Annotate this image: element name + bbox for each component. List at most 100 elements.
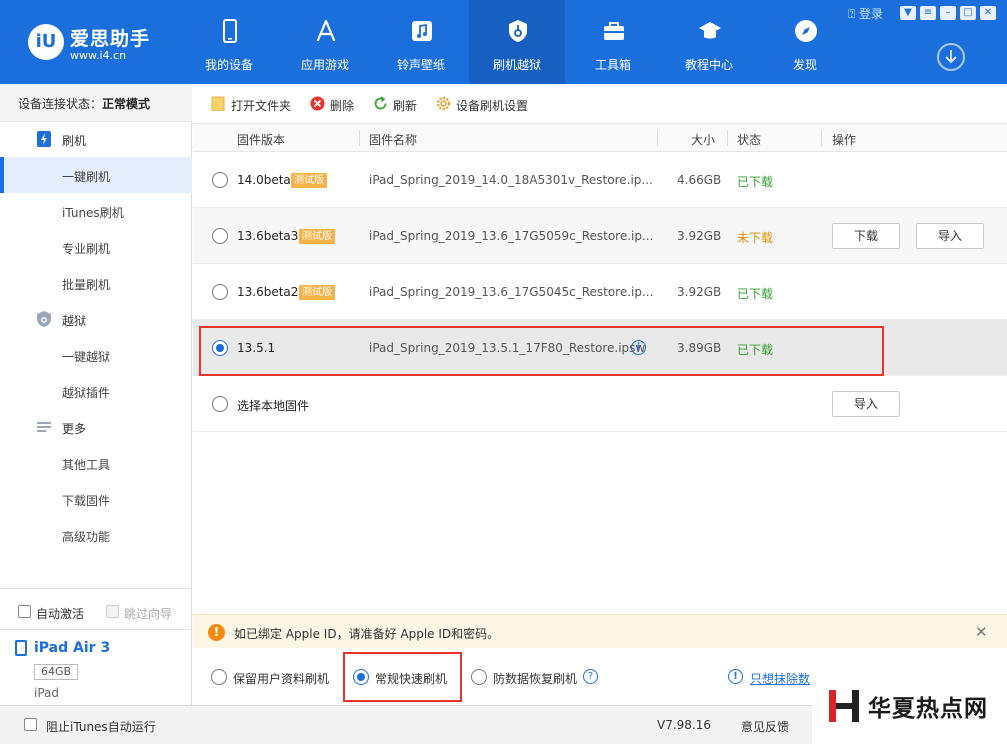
notice-text: 如已绑定 Apple ID，请准备好 Apple ID和密码。: [234, 627, 500, 641]
device-type: iPad: [34, 686, 60, 700]
menu-button[interactable]: ≡: [920, 6, 936, 20]
help-icon[interactable]: ?: [583, 669, 598, 684]
sidebar-item-label: iTunes刷机: [62, 206, 124, 220]
tab-ringtones-wallpapers[interactable]: 铃声壁纸: [373, 0, 469, 84]
firmware-radio[interactable]: [212, 172, 228, 188]
sidebar-item-batch-flash[interactable]: 批量刷机: [0, 265, 192, 301]
block-itunes-checkbox[interactable]: [24, 718, 37, 731]
sidebar-group-more[interactable]: 更多: [0, 409, 192, 445]
col-size: 大小: [691, 133, 716, 147]
table-row[interactable]: 13.6beta2 测试版 iPad_Spring_2019_13.6_17G5…: [193, 264, 1007, 320]
maximize-button[interactable]: □: [960, 6, 976, 20]
erase-only-link[interactable]: 只想抹除数: [750, 670, 810, 687]
col-separator: [657, 130, 658, 146]
compass-icon: [795, 20, 817, 42]
tablet-icon: [15, 640, 27, 656]
login-link[interactable]: ⍰ 登录: [848, 5, 883, 22]
table-row[interactable]: 14.0beta 测试版 iPad_Spring_2019_14.0_18A53…: [193, 152, 1007, 208]
tab-apps-games[interactable]: 应用游戏: [277, 0, 373, 84]
device-capacity: 64GB: [34, 664, 79, 680]
sidebar-item-label: 越狱插件: [62, 386, 111, 400]
keep-data-radio[interactable]: [211, 669, 227, 685]
local-firmware-radio[interactable]: [212, 396, 228, 412]
logo-mark-icon: iU: [28, 24, 64, 60]
sidebar-group-label: 刷机: [62, 134, 87, 148]
col-action: 操作: [832, 133, 857, 147]
col-name: 固件名称: [369, 133, 418, 147]
shield-icon: [509, 20, 527, 42]
local-import-button[interactable]: 导入: [832, 391, 900, 417]
tab-flash-jailbreak[interactable]: 刷机越狱: [469, 0, 565, 84]
close-button[interactable]: ✕: [980, 6, 996, 20]
watermark: 华夏热点网: [812, 676, 1007, 744]
phone-icon: [223, 19, 237, 43]
sidebar-group-label: 更多: [62, 422, 87, 436]
folder-icon: [211, 96, 225, 111]
sidebar-group-jailbreak[interactable]: 越狱: [0, 301, 192, 337]
auto-activate-checkbox[interactable]: [18, 605, 31, 618]
feedback-link[interactable]: 意见反馈: [741, 718, 789, 735]
brand-name: 爱思助手: [70, 28, 151, 50]
connection-status: 设备连接状态：正常模式: [0, 84, 192, 122]
auto-activate-label: 自动激活: [36, 607, 85, 621]
sidebar-item-jailbreak-plugins[interactable]: 越狱插件: [0, 373, 192, 409]
tab-label: 工具箱: [594, 58, 631, 72]
device-name: iPad Air 3: [34, 640, 111, 656]
sidebar-item-label: 高级功能: [62, 530, 111, 544]
anti-recovery-radio[interactable]: [471, 669, 487, 685]
close-icon: ✕: [983, 7, 993, 18]
minimize-icon: –: [945, 7, 951, 18]
firmware-size: 3.92GB: [677, 285, 722, 299]
firmware-radio[interactable]: [212, 284, 228, 300]
tab-discover[interactable]: 发现: [757, 0, 853, 84]
menu-lines-icon: [37, 422, 51, 432]
app-logo: iU 爱思助手 www.i4.cn: [28, 22, 188, 66]
firmware-name: iPad_Spring_2019_13.6_17G5059c_Restore.i…: [369, 229, 654, 243]
col-separator: [359, 130, 360, 146]
table-row[interactable]: 13.6beta3 测试版 iPad_Spring_2019_13.6_17G5…: [193, 208, 1007, 264]
sidebar-item-label: 批量刷机: [62, 278, 111, 292]
gear-icon: [436, 96, 451, 111]
sidebar-item-pro-flash[interactable]: 专业刷机: [0, 229, 192, 265]
minimize-button[interactable]: –: [940, 6, 956, 20]
beta-badge: 测试版: [299, 229, 335, 244]
watermark-logo-icon: [829, 690, 859, 722]
tab-tutorials[interactable]: 教程中心: [661, 0, 757, 84]
flash-icon: [37, 131, 51, 147]
login-label: 登录: [859, 7, 884, 21]
sidebar-group-flash[interactable]: 刷机: [0, 121, 192, 157]
import-button[interactable]: 导入: [916, 223, 984, 249]
table-row[interactable]: 选择本地固件 导入: [193, 376, 1007, 432]
anti-recovery-label: 防数据恢复刷机: [493, 672, 578, 686]
skip-guide-label: 跳过向导: [124, 607, 173, 621]
sidebar-item-one-click-flash[interactable]: 一键刷机: [0, 157, 192, 193]
tab-label: 应用游戏: [300, 58, 349, 72]
flash-settings-label: 设备刷机设置: [456, 99, 529, 113]
device-card[interactable]: iPad Air 3 64GB iPad: [0, 629, 192, 706]
sidebar-item-advanced[interactable]: 高级功能: [0, 517, 192, 553]
sidebar-item-download-firmware[interactable]: 下载固件: [0, 481, 192, 517]
download-arrow-icon: [945, 50, 957, 64]
download-button[interactable]: 下载: [832, 223, 900, 249]
notice-close-icon[interactable]: ✕: [975, 623, 988, 641]
firmware-version: 13.6beta3: [237, 229, 299, 243]
toolbar: 打开文件夹 删除 刷新 设备刷机设置: [193, 84, 1007, 124]
skin-button[interactable]: ▼: [900, 6, 916, 20]
tab-toolbox[interactable]: 工具箱: [565, 0, 661, 84]
sidebar-item-itunes-flash[interactable]: iTunes刷机: [0, 193, 192, 229]
refresh-icon: [374, 96, 387, 110]
sidebar-item-one-click-jailbreak[interactable]: 一键越狱: [0, 337, 192, 373]
app-version: V7.98.16: [657, 718, 712, 732]
sidebar-item-label: 下载固件: [62, 494, 111, 508]
firmware-radio[interactable]: [212, 228, 228, 244]
beta-badge: 测试版: [291, 173, 327, 188]
connection-status-label: 设备连接状态：: [18, 97, 103, 111]
tab-my-device[interactable]: 我的设备: [181, 0, 277, 84]
graduation-cap-icon: [699, 22, 721, 39]
skip-guide-checkbox[interactable]: [106, 605, 119, 618]
firmware-size: 4.66GB: [677, 173, 722, 187]
firmware-status: 未下载: [737, 231, 774, 245]
sidebar-item-other-tools[interactable]: 其他工具: [0, 445, 192, 481]
erase-info-icon: !: [728, 669, 743, 684]
downloads-button[interactable]: [937, 43, 965, 71]
